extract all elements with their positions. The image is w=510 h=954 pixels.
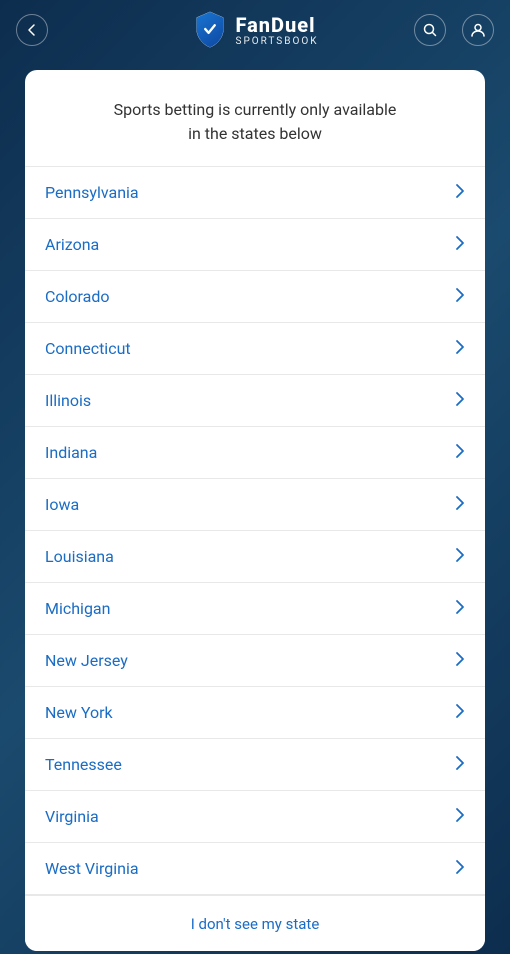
state-name: Connecticut: [45, 339, 131, 358]
state-name: Michigan: [45, 599, 110, 618]
back-icon: [24, 22, 40, 38]
logo-shield-icon: [192, 10, 228, 50]
state-name: Pennsylvania: [45, 183, 139, 202]
chevron-right-icon: [455, 703, 465, 723]
chevron-right-icon: [455, 391, 465, 411]
state-item[interactable]: Arizona: [25, 219, 485, 271]
state-name: Tennessee: [45, 755, 122, 774]
chevron-right-icon: [455, 859, 465, 879]
state-item[interactable]: Pennsylvania: [25, 167, 485, 219]
user-button[interactable]: [462, 14, 494, 46]
state-selection-modal: Sports betting is currently only availab…: [25, 70, 485, 951]
chevron-right-icon: [455, 547, 465, 567]
modal-title-line1: Sports betting is currently only availab…: [114, 100, 397, 119]
state-item[interactable]: Louisiana: [25, 531, 485, 583]
state-item[interactable]: New Jersey: [25, 635, 485, 687]
state-item[interactable]: Iowa: [25, 479, 485, 531]
state-item[interactable]: Indiana: [25, 427, 485, 479]
state-name: New York: [45, 703, 113, 722]
chevron-right-icon: [455, 495, 465, 515]
chevron-right-icon: [455, 235, 465, 255]
state-item[interactable]: Virginia: [25, 791, 485, 843]
chevron-right-icon: [455, 807, 465, 827]
state-item[interactable]: New York: [25, 687, 485, 739]
state-name: Illinois: [45, 391, 91, 410]
chevron-right-icon: [455, 287, 465, 307]
state-name: West Virginia: [45, 859, 139, 878]
modal-title: Sports betting is currently only availab…: [49, 98, 461, 146]
states-list: Pennsylvania Arizona Colorado Connecticut Il…: [25, 166, 485, 895]
state-item[interactable]: West Virginia: [25, 843, 485, 895]
chevron-right-icon: [455, 599, 465, 619]
state-name: Louisiana: [45, 547, 114, 566]
state-name: Arizona: [45, 235, 99, 254]
logo-text: FanDuel SPORTSBOOK: [236, 14, 319, 47]
modal-header: Sports betting is currently only availab…: [25, 70, 485, 166]
state-name: Virginia: [45, 807, 99, 826]
header-right-icons: [414, 14, 494, 46]
state-item[interactable]: Illinois: [25, 375, 485, 427]
state-item[interactable]: Colorado: [25, 271, 485, 323]
state-item[interactable]: Tennessee: [25, 739, 485, 791]
state-item[interactable]: Michigan: [25, 583, 485, 635]
chevron-right-icon: [455, 651, 465, 671]
chevron-right-icon: [455, 443, 465, 463]
state-name: Indiana: [45, 443, 97, 462]
logo-subtitle: SPORTSBOOK: [236, 36, 319, 47]
user-icon: [470, 22, 486, 38]
logo: FanDuel SPORTSBOOK: [192, 10, 319, 50]
no-state-link[interactable]: I don't see my state: [25, 895, 485, 951]
logo-name: FanDuel: [236, 14, 319, 36]
app-header: FanDuel SPORTSBOOK: [0, 0, 510, 60]
state-name: Colorado: [45, 287, 110, 306]
state-name: Iowa: [45, 495, 79, 514]
state-name: New Jersey: [45, 651, 128, 670]
state-item[interactable]: Connecticut: [25, 323, 485, 375]
chevron-right-icon: [455, 183, 465, 203]
back-button[interactable]: [16, 14, 48, 46]
no-state-text: I don't see my state: [191, 915, 320, 933]
search-button[interactable]: [414, 14, 446, 46]
chevron-right-icon: [455, 339, 465, 359]
modal-title-line2: in the states below: [188, 124, 322, 143]
chevron-right-icon: [455, 755, 465, 775]
search-icon: [422, 22, 438, 38]
